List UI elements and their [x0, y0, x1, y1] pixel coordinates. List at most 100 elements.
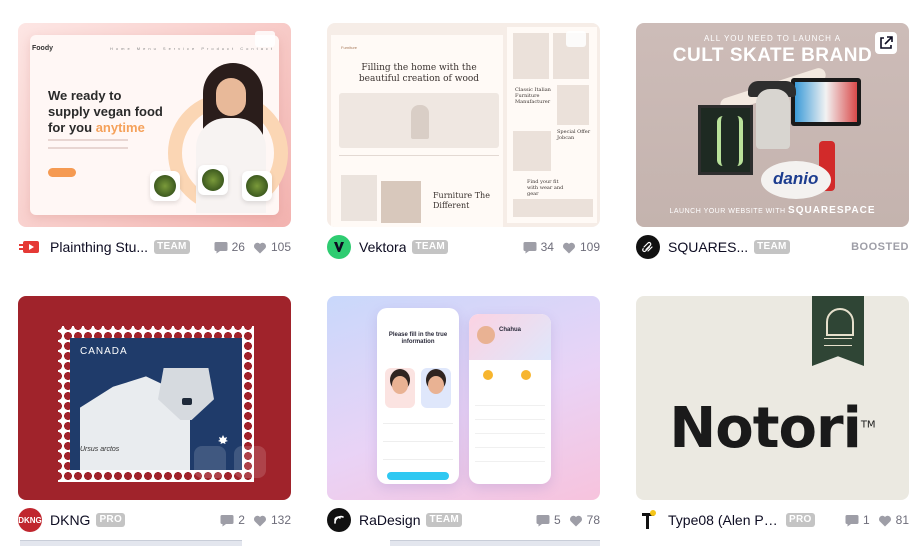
author-avatar[interactable]	[636, 235, 660, 259]
next-row-preview	[390, 540, 600, 546]
comments-stat: 5	[536, 513, 561, 527]
phone-submit-button	[387, 472, 449, 480]
form-line	[383, 459, 453, 460]
comments-stat: 2	[220, 513, 245, 527]
team-badge: TEAM	[154, 240, 190, 254]
menu-dot	[521, 370, 531, 380]
shot-thumbnail[interactable]: Foody Home Menu Service Product Contact …	[18, 23, 291, 227]
menu-item	[475, 440, 545, 448]
like-count: 109	[579, 240, 600, 254]
phone-mockup: Chahua	[469, 314, 551, 484]
menu-item	[475, 398, 545, 406]
likes-stat[interactable]: 105	[253, 240, 291, 254]
comment-count: 34	[540, 240, 554, 254]
type08-logo-icon	[642, 510, 656, 529]
shot-stats: 2 132	[220, 513, 291, 527]
mockup-block	[557, 85, 589, 125]
shot-thumbnail[interactable]: Furniture Filling the home with the beau…	[327, 23, 600, 227]
boosted-label: BOOSTED	[851, 241, 909, 253]
phone-mockup: Please fill in the true information	[377, 308, 459, 484]
mockup-brand: Furniture	[341, 45, 358, 50]
team-badge: TEAM	[426, 513, 463, 527]
shot-thumbnail[interactable]: Please fill in the true information Chah…	[327, 296, 600, 500]
mockup-nav: Home Menu Service Product Contact	[110, 46, 276, 51]
external-link-icon[interactable]	[875, 32, 897, 54]
comments-stat: 26	[214, 240, 245, 254]
shot-stats: 5 78	[536, 513, 600, 527]
mockup-block	[513, 33, 549, 79]
author-name[interactable]: Type08 (Alen Pavl...	[668, 512, 780, 528]
author-name[interactable]: DKNG	[50, 512, 90, 528]
xray-shape	[698, 105, 753, 175]
heart-icon	[253, 242, 266, 253]
mockup-headline: We ready to supply vegan food for you an…	[48, 88, 163, 135]
squarespace-logo-icon	[642, 241, 653, 253]
avatar-female	[385, 368, 415, 408]
comment-count: 5	[553, 513, 561, 527]
heart-icon	[878, 515, 891, 526]
ad-footer: LAUNCH YOUR WEBSITE WITH SQUARESPACE	[669, 205, 876, 216]
food-dish	[198, 165, 228, 195]
shot-meta: Plainthing Stu... TEAM 26 105	[18, 234, 291, 260]
mockup-room-image	[381, 181, 421, 223]
video-icon	[255, 31, 275, 47]
author-avatar[interactable]	[327, 235, 351, 259]
shot-thumbnail[interactable]: ALL YOU NEED TO LAUNCH A CULT SKATE BRAN…	[636, 23, 909, 227]
shot-meta: Vektora TEAM 34 109	[327, 234, 600, 260]
author-name[interactable]: RaDesign	[359, 512, 420, 528]
person-face	[216, 78, 246, 116]
like-count: 81	[895, 513, 909, 527]
food-dish	[150, 171, 180, 201]
mockup-side-text: Classic Italian Furniture Manufacturer	[515, 87, 551, 105]
phone-title: Please fill in the true information	[388, 332, 448, 345]
save-icon[interactable]	[194, 446, 226, 478]
mockup-block	[513, 131, 551, 171]
author-avatar[interactable]	[18, 235, 42, 259]
likes-stat[interactable]: 78	[569, 513, 600, 527]
stamp-country: CANADA	[80, 346, 128, 357]
shot-card[interactable]: ALL YOU NEED TO LAUNCH A CULT SKATE BRAN…	[636, 23, 909, 259]
comments-stat: 1	[845, 513, 870, 527]
next-row-preview	[20, 540, 242, 546]
shot-thumbnail[interactable]: NotoriTM	[636, 296, 909, 500]
profile-name: Chahua	[499, 327, 522, 333]
pro-badge: PRO	[96, 513, 126, 527]
video-icon	[566, 31, 586, 47]
heart-icon	[253, 515, 266, 526]
ad-kicker: ALL YOU NEED TO LAUNCH A	[703, 34, 842, 43]
food-dish	[242, 171, 272, 201]
pro-badge: PRO	[786, 513, 815, 527]
like-count: 132	[270, 513, 291, 527]
shot-thumbnail[interactable]: CANADA Ursus arctos	[18, 296, 291, 500]
ad-headline: CULT SKATE BRAND	[672, 45, 873, 66]
author-avatar[interactable]	[327, 508, 351, 532]
mockup-cta	[48, 168, 76, 177]
shot-meta: RaDesign TEAM 5 78	[327, 507, 600, 533]
author-name[interactable]: Plainthing Stu...	[50, 239, 148, 255]
shot-card[interactable]: CANADA Ursus arctos DKNG DKNG PRO 2 132	[18, 296, 291, 532]
likes-stat[interactable]: 132	[253, 513, 291, 527]
shot-card[interactable]: Please fill in the true information Chah…	[327, 296, 600, 532]
author-avatar[interactable]	[636, 508, 660, 532]
shot-card[interactable]: Furniture Filling the home with the beau…	[327, 23, 600, 259]
shot-card[interactable]: NotoriTM Type08 (Alen Pavl... PRO 1 81	[636, 296, 909, 532]
comment-icon	[220, 514, 234, 526]
mockup-subheadline: Furniture The Different	[433, 191, 490, 210]
plainthing-logo-icon	[19, 241, 39, 253]
comment-count: 2	[238, 513, 245, 527]
mockup-headline: Filling the home with the beautiful crea…	[358, 63, 480, 84]
likes-stat[interactable]: 109	[562, 240, 600, 254]
like-icon[interactable]	[234, 446, 266, 478]
bust-shape	[756, 89, 790, 149]
shot-meta: SQUARES... TEAM BOOSTED	[636, 234, 909, 260]
comment-count: 1	[862, 513, 870, 527]
menu-item	[475, 426, 545, 434]
likes-stat[interactable]: 81	[878, 513, 909, 527]
mockup-block	[513, 199, 593, 217]
shot-card[interactable]: Foody Home Menu Service Product Contact …	[18, 23, 291, 259]
comment-icon	[845, 514, 859, 526]
author-name[interactable]: Vektora	[359, 239, 406, 255]
author-name[interactable]: SQUARES...	[668, 239, 748, 255]
chair-shape	[411, 105, 429, 139]
author-avatar[interactable]: DKNG	[18, 508, 42, 532]
